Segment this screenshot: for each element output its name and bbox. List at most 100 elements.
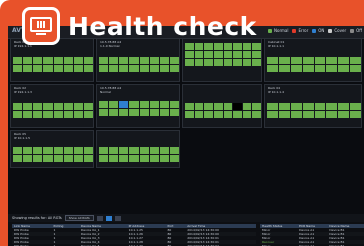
port-cell[interactable] bbox=[338, 65, 350, 72]
port-cell[interactable] bbox=[139, 109, 149, 116]
port-cell[interactable] bbox=[13, 147, 23, 154]
port-cell[interactable] bbox=[119, 57, 129, 64]
port-cell[interactable] bbox=[99, 147, 109, 154]
port-cell[interactable] bbox=[213, 51, 223, 58]
port-cell[interactable] bbox=[185, 59, 194, 66]
port-cell[interactable] bbox=[99, 155, 109, 162]
port-cell[interactable] bbox=[350, 111, 361, 118]
port-cell[interactable] bbox=[149, 101, 159, 108]
port-cell[interactable] bbox=[129, 57, 139, 64]
port-cell[interactable] bbox=[139, 65, 149, 72]
port-cell[interactable] bbox=[252, 51, 261, 58]
port-cell[interactable] bbox=[302, 103, 314, 110]
port-cell[interactable] bbox=[83, 57, 93, 64]
port-cell[interactable] bbox=[338, 103, 350, 110]
port-cell[interactable] bbox=[139, 147, 149, 154]
port-cell[interactable] bbox=[159, 147, 169, 154]
port-cell[interactable] bbox=[314, 57, 326, 64]
port-cell[interactable] bbox=[43, 155, 53, 162]
port-cell[interactable] bbox=[314, 111, 326, 118]
port-cell[interactable] bbox=[23, 147, 33, 154]
port-cell[interactable] bbox=[326, 111, 338, 118]
port-cell[interactable] bbox=[83, 111, 93, 118]
port-cell[interactable] bbox=[314, 65, 326, 72]
port-cell[interactable] bbox=[13, 155, 23, 162]
port-cell[interactable] bbox=[13, 65, 23, 72]
port-cell[interactable] bbox=[53, 57, 63, 64]
port-cell[interactable] bbox=[350, 103, 361, 110]
port-cell[interactable] bbox=[43, 147, 53, 154]
port-cell[interactable] bbox=[53, 111, 63, 118]
port-cell[interactable] bbox=[223, 51, 233, 58]
port-cell[interactable] bbox=[33, 65, 43, 72]
port-cell[interactable] bbox=[99, 57, 109, 64]
port-cell[interactable] bbox=[278, 65, 290, 72]
port-cell[interactable] bbox=[169, 57, 179, 64]
port-cell[interactable] bbox=[169, 109, 179, 116]
port-cell[interactable] bbox=[73, 57, 83, 64]
port-cell[interactable] bbox=[194, 59, 204, 66]
rack-panel-5[interactable]: Rack 02 IP 192.1.1.3 bbox=[10, 84, 94, 128]
port-cell[interactable] bbox=[194, 111, 204, 118]
port-cell[interactable] bbox=[63, 155, 73, 162]
port-cell[interactable] bbox=[129, 101, 139, 108]
port-cell[interactable] bbox=[129, 147, 139, 154]
port-cell[interactable] bbox=[326, 57, 338, 64]
port-cell[interactable] bbox=[99, 101, 109, 108]
port-cell[interactable] bbox=[326, 65, 338, 72]
port-cell[interactable] bbox=[242, 59, 252, 66]
current-page-button[interactable] bbox=[105, 215, 112, 221]
port-cell[interactable] bbox=[159, 109, 169, 116]
port-cell[interactable] bbox=[149, 155, 159, 162]
port-cell[interactable] bbox=[139, 101, 149, 108]
port-cell[interactable] bbox=[119, 155, 129, 162]
port-cell[interactable] bbox=[302, 65, 314, 72]
port-cell[interactable] bbox=[213, 59, 223, 66]
port-cell[interactable] bbox=[204, 111, 213, 118]
port-cell[interactable] bbox=[99, 109, 109, 116]
port-cell[interactable] bbox=[278, 103, 290, 110]
port-cell[interactable] bbox=[159, 101, 169, 108]
rack-panel-7[interactable] bbox=[182, 84, 262, 128]
port-cell[interactable] bbox=[63, 147, 73, 154]
port-cell[interactable] bbox=[302, 57, 314, 64]
port-cell[interactable] bbox=[109, 65, 119, 72]
port-cell[interactable] bbox=[109, 155, 119, 162]
port-cell[interactable] bbox=[290, 111, 302, 118]
port-cell[interactable] bbox=[63, 57, 73, 64]
port-cell[interactable] bbox=[23, 103, 33, 110]
port-cell[interactable] bbox=[213, 103, 223, 110]
port-cell[interactable] bbox=[33, 57, 43, 64]
port-cell[interactable] bbox=[350, 57, 361, 64]
port-cell[interactable] bbox=[119, 65, 129, 72]
prev-page-button[interactable] bbox=[96, 215, 103, 221]
port-cell[interactable] bbox=[13, 103, 23, 110]
port-cell[interactable] bbox=[43, 111, 53, 118]
port-cell[interactable] bbox=[149, 147, 159, 154]
port-cell[interactable] bbox=[43, 65, 53, 72]
port-cell[interactable] bbox=[169, 155, 179, 162]
port-cell[interactable] bbox=[185, 51, 194, 58]
port-cell[interactable] bbox=[194, 51, 204, 58]
port-cell[interactable] bbox=[290, 65, 302, 72]
port-cell[interactable] bbox=[109, 147, 119, 154]
port-cell[interactable] bbox=[314, 103, 326, 110]
port-cell[interactable] bbox=[204, 51, 213, 58]
port-cell[interactable] bbox=[109, 101, 119, 108]
port-cell[interactable] bbox=[149, 65, 159, 72]
port-cell[interactable] bbox=[63, 65, 73, 72]
port-cell[interactable] bbox=[252, 59, 261, 66]
next-page-button[interactable] bbox=[114, 215, 121, 221]
port-cell[interactable] bbox=[302, 111, 314, 118]
port-cell[interactable] bbox=[233, 51, 242, 58]
port-cell[interactable] bbox=[169, 147, 179, 154]
rgt-filter-select[interactable]: Show All RGTs bbox=[64, 215, 94, 221]
port-cell[interactable] bbox=[223, 59, 233, 66]
port-cell[interactable] bbox=[252, 103, 261, 110]
port-cell[interactable] bbox=[53, 155, 63, 162]
port-cell[interactable] bbox=[169, 65, 179, 72]
port-cell[interactable] bbox=[43, 57, 53, 64]
port-cell[interactable] bbox=[267, 65, 278, 72]
rack-panel-8[interactable]: Rack 04 IP 10.1.1.4 bbox=[264, 84, 362, 128]
port-cell[interactable] bbox=[33, 103, 43, 110]
